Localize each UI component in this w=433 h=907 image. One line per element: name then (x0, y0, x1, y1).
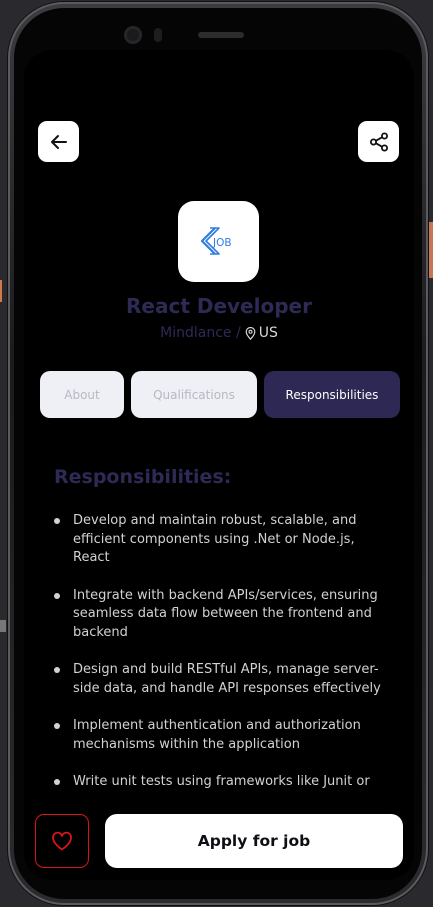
background-edge-mark (0, 280, 8, 302)
favorite-button[interactable] (35, 814, 89, 868)
job-title: React Developer (126, 294, 312, 318)
tab-qualifications[interactable]: Qualifications (131, 371, 257, 418)
job-logo-icon: JOB (200, 226, 232, 255)
section-heading: Responsibilities: (54, 466, 232, 488)
location-text: US (258, 325, 278, 341)
tab-about[interactable]: About (40, 371, 124, 418)
company-name: Mindlance / (160, 325, 241, 341)
list-item: Develop and maintain robust, scalable, a… (54, 512, 384, 568)
location: US (245, 325, 278, 341)
svg-text:JOB: JOB (212, 237, 232, 249)
proximity-sensor (154, 28, 162, 42)
share-icon (369, 132, 388, 151)
heart-icon (52, 831, 72, 851)
location-pin-icon (245, 326, 256, 340)
share-button[interactable] (358, 121, 399, 162)
detail-tabs: About Qualifications Responsibilities (40, 371, 400, 419)
list-item: Integrate with backend APIs/services, en… (54, 587, 384, 643)
background-edge-mark (0, 620, 6, 632)
company-logo: JOB (178, 201, 259, 282)
background-edge-mark (429, 222, 433, 278)
front-camera (124, 26, 142, 44)
responsibilities-list: Develop and maintain robust, scalable, a… (54, 512, 384, 811)
list-item: Write unit tests using frameworks like J… (54, 773, 384, 792)
apply-button[interactable]: Apply for job (105, 814, 403, 868)
company-location-line: Mindlance / US (24, 325, 414, 341)
app-screen: JOB React Developer Mindlance / US About… (24, 50, 414, 880)
list-item: Implement authentication and authorizati… (54, 717, 384, 754)
bottom-action-bar: Apply for job (24, 802, 414, 880)
back-button[interactable] (38, 121, 79, 162)
tab-responsibilities[interactable]: Responsibilities (264, 371, 400, 418)
earpiece-speaker (198, 32, 244, 38)
list-item: Design and build RESTful APIs, manage se… (54, 661, 384, 698)
arrow-left-icon (50, 134, 67, 149)
